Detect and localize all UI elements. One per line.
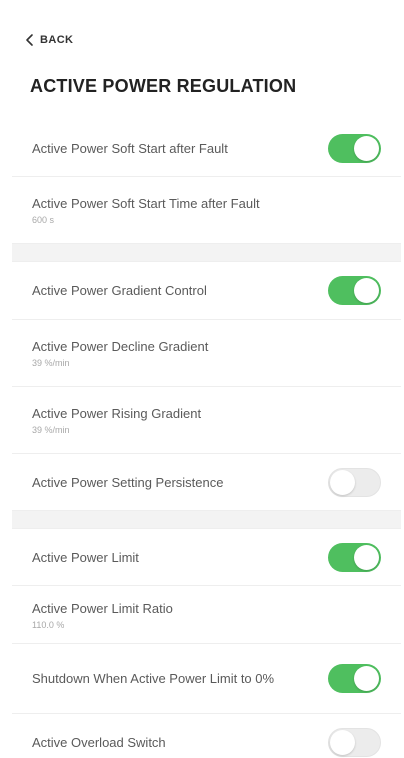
toggle-knob bbox=[354, 544, 379, 570]
setting-row-overload-switch: Active Overload Switch bbox=[12, 714, 401, 758]
soft-start-toggle[interactable] bbox=[328, 133, 381, 163]
setting-row-shutdown-zero: Shutdown When Active Power Limit to 0% bbox=[12, 644, 401, 714]
back-button[interactable]: BACK bbox=[22, 32, 73, 48]
setting-label: Active Power Gradient Control bbox=[32, 283, 207, 298]
setting-row-soft-start-time[interactable]: Active Power Soft Start Time after Fault… bbox=[12, 177, 401, 244]
setting-label: Active Power Limit bbox=[32, 549, 139, 565]
setting-label: Shutdown When Active Power Limit to 0% bbox=[32, 671, 275, 686]
overload-switch-toggle[interactable] bbox=[328, 727, 381, 757]
setting-row-power-limit: Active Power Limit bbox=[12, 529, 401, 586]
chevron-left-icon bbox=[26, 34, 33, 46]
setting-row-rising-gradient[interactable]: Active Power Rising Gradient 39 %/min bbox=[12, 387, 401, 454]
top-bar: BACK bbox=[0, 0, 404, 70]
shutdown-zero-toggle[interactable] bbox=[328, 664, 381, 693]
toggle-knob bbox=[354, 278, 379, 303]
setting-value: 39 %/min bbox=[32, 425, 70, 435]
page-title: ACTIVE POWER REGULATION bbox=[30, 76, 297, 96]
gradient-control-toggle[interactable] bbox=[328, 276, 381, 305]
setting-label: Active Power Setting Persistence bbox=[32, 474, 224, 490]
setting-value: 600 s bbox=[32, 215, 55, 225]
section-divider bbox=[12, 511, 401, 529]
setting-label: Active Power Soft Start after Fault bbox=[32, 140, 228, 156]
setting-label: Active Power Decline Gradient bbox=[32, 339, 209, 354]
setting-row-decline-gradient[interactable]: Active Power Decline Gradient 39 %/min bbox=[12, 320, 401, 387]
settings-list: Active Power Soft Start after Fault Acti… bbox=[12, 120, 401, 758]
setting-row-limit-ratio[interactable]: Active Power Limit Ratio 110.0 % bbox=[12, 586, 401, 644]
app-screen: BACK ACTIVE POWER REGULATION Active Powe… bbox=[0, 0, 404, 758]
setting-label: Active Power Rising Gradient bbox=[32, 406, 202, 421]
toggle-knob bbox=[354, 135, 379, 161]
power-limit-toggle[interactable] bbox=[328, 542, 381, 572]
setting-persistence-toggle[interactable] bbox=[328, 467, 381, 497]
setting-value: 39 %/min bbox=[32, 358, 70, 368]
setting-label: Active Overload Switch bbox=[32, 734, 166, 750]
setting-value: 110.0 % bbox=[32, 619, 65, 630]
setting-row-gradient-control: Active Power Gradient Control bbox=[12, 262, 401, 320]
toggle-knob bbox=[330, 469, 355, 495]
section-divider bbox=[12, 244, 401, 262]
setting-label: Active Power Soft Start Time after Fault bbox=[32, 196, 260, 211]
setting-row-setting-persistence: Active Power Setting Persistence bbox=[12, 454, 401, 511]
setting-row-soft-start: Active Power Soft Start after Fault bbox=[12, 120, 401, 177]
back-label: BACK bbox=[40, 34, 74, 46]
setting-label: Active Power Limit Ratio bbox=[32, 600, 173, 616]
toggle-knob bbox=[354, 666, 379, 691]
toggle-knob bbox=[330, 729, 355, 755]
